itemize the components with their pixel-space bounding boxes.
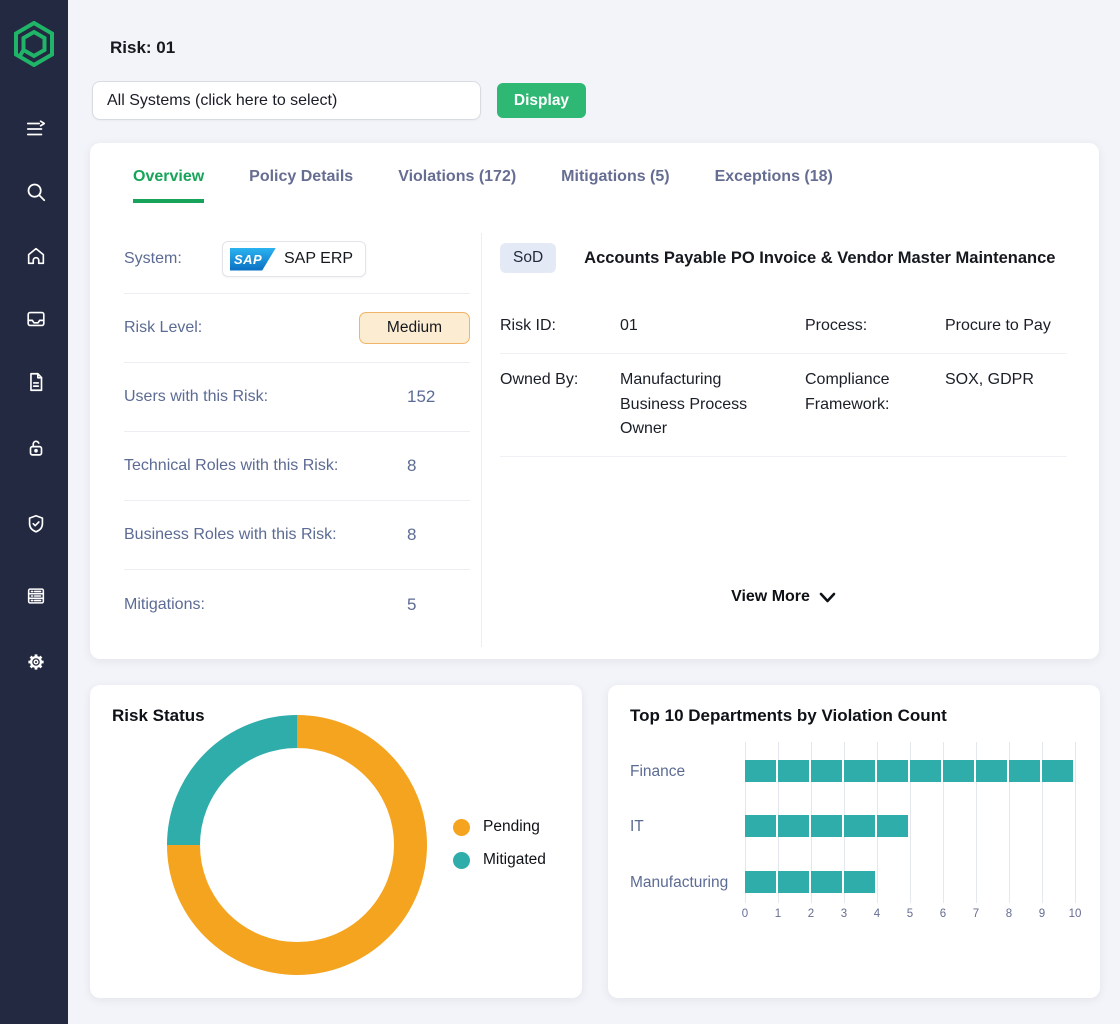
category-label-finance: Finance: [630, 763, 742, 781]
risk-detail-grid: Risk ID: 01 Process: Procure to Pay Owne…: [500, 300, 1067, 457]
tab-violations[interactable]: Violations (172): [398, 168, 516, 203]
departments-violations-card: Top 10 Departments by Violation Count Fi…: [608, 685, 1100, 998]
risk-id-label: Risk ID:: [500, 300, 620, 353]
field-technical-roles: Technical Roles with this Risk: 8: [124, 432, 470, 501]
risk-summary-fields: System: SAP SAP ERP Risk Level: Medium U…: [124, 225, 470, 639]
x-tick-label: 6: [931, 908, 955, 920]
search-icon[interactable]: [25, 181, 47, 203]
home-icon[interactable]: [25, 245, 47, 267]
departments-chart-title: Top 10 Departments by Violation Count: [630, 706, 947, 726]
category-label-it: IT: [630, 818, 742, 836]
chevron-down-icon: [819, 592, 836, 603]
owned-by-label: Owned By:: [500, 354, 620, 456]
x-tick-label: 3: [832, 908, 856, 920]
panel-divider: [481, 233, 482, 647]
field-risk-level: Risk Level: Medium: [124, 294, 470, 363]
x-tick-label: 7: [964, 908, 988, 920]
app-root: Risk: 01 All Systems (click here to sele…: [0, 0, 1120, 1024]
x-tick-label: 2: [799, 908, 823, 920]
row-divider: [500, 456, 1067, 457]
menu-icon[interactable]: [25, 118, 47, 140]
bar-manufacturing: [745, 871, 877, 893]
mitigated-color-dot: [453, 852, 470, 869]
system-chip-label: SAP ERP: [284, 250, 353, 268]
view-more-button[interactable]: View More: [500, 588, 1067, 606]
field-technical-roles-label: Technical Roles with this Risk:: [124, 457, 338, 475]
system-selector-value: All Systems (click here to select): [107, 92, 337, 110]
compliance-framework-label: Compliance Framework:: [805, 354, 925, 456]
field-mitigations: Mitigations: 5: [124, 570, 470, 639]
field-users-with-risk: Users with this Risk: 152: [124, 363, 470, 432]
x-tick-label: 10: [1063, 908, 1087, 920]
document-icon[interactable]: [25, 371, 47, 393]
display-button[interactable]: Display: [497, 83, 586, 118]
field-risk-level-label: Risk Level:: [124, 319, 202, 337]
process-value: Procure to Pay: [945, 300, 1067, 353]
settings-gear-icon[interactable]: [25, 651, 47, 673]
compliance-framework-value: SOX, GDPR: [945, 354, 1067, 456]
system-chip: SAP SAP ERP: [222, 241, 366, 277]
sod-badge: SoD: [500, 243, 556, 273]
lock-open-icon[interactable]: [25, 437, 47, 459]
category-label-manufacturing: Manufacturing: [630, 874, 742, 892]
field-technical-roles-value: 8: [407, 456, 416, 476]
field-system-label: System:: [124, 250, 182, 268]
field-business-roles-label: Business Roles with this Risk:: [124, 526, 337, 544]
field-business-roles-value: 8: [407, 525, 416, 545]
tab-mitigations[interactable]: Mitigations (5): [561, 168, 669, 203]
list-icon[interactable]: [25, 585, 47, 607]
x-tick-label: 5: [898, 908, 922, 920]
bar-finance: [745, 760, 1075, 782]
legend-item-mitigated: Mitigated: [453, 851, 546, 869]
field-business-roles: Business Roles with this Risk: 8: [124, 501, 470, 570]
bar-it: [745, 815, 910, 837]
legend-item-pending: Pending: [453, 818, 546, 836]
field-mitigations-label: Mitigations:: [124, 596, 205, 614]
x-tick-label: 9: [1030, 908, 1054, 920]
tab-policy-details[interactable]: Policy Details: [249, 168, 353, 203]
view-more-label: View More: [731, 588, 810, 606]
x-tick-label: 0: [733, 908, 757, 920]
inbox-icon[interactable]: [25, 308, 47, 330]
bar-chart-plot-area: 012345678910: [745, 742, 1075, 898]
mitigated-label: Mitigated: [483, 851, 546, 869]
risk-id-value: 01: [620, 300, 805, 353]
x-tick-label: 8: [997, 908, 1021, 920]
x-tick-label: 4: [865, 908, 889, 920]
pending-label: Pending: [483, 818, 540, 836]
risk-overview-card: Overview Policy Details Violations (172)…: [90, 143, 1099, 659]
page-title: Risk: 01: [110, 38, 175, 58]
sap-logo-icon: SAP: [230, 248, 276, 271]
tab-overview[interactable]: Overview: [133, 168, 204, 203]
tab-exceptions[interactable]: Exceptions (18): [715, 168, 833, 203]
field-users-label: Users with this Risk:: [124, 388, 268, 406]
shield-check-icon[interactable]: [25, 513, 47, 535]
tab-bar: Overview Policy Details Violations (172)…: [90, 143, 1099, 203]
pending-color-dot: [453, 819, 470, 836]
risk-level-badge: Medium: [359, 312, 470, 344]
x-tick-label: 1: [766, 908, 790, 920]
field-system: System: SAP SAP ERP: [124, 225, 470, 294]
risk-title: Accounts Payable PO Invoice & Vendor Mas…: [584, 249, 1055, 268]
brand-logo-icon: [13, 21, 55, 67]
system-selector[interactable]: All Systems (click here to select): [92, 81, 481, 120]
gridline: [1075, 742, 1076, 903]
sidebar: [0, 0, 68, 1024]
risk-status-legend: Pending Mitigated: [453, 818, 546, 884]
risk-detail-panel: SoD Accounts Payable PO Invoice & Vendor…: [500, 203, 1067, 457]
risk-status-card: Risk Status Pending Mitigated: [90, 685, 582, 998]
risk-status-donut-chart: [167, 715, 427, 975]
owned-by-value: Manufacturing Business Process Owner: [620, 354, 780, 456]
field-users-value: 152: [407, 387, 435, 407]
field-mitigations-value: 5: [407, 595, 416, 615]
process-label: Process:: [805, 300, 945, 353]
